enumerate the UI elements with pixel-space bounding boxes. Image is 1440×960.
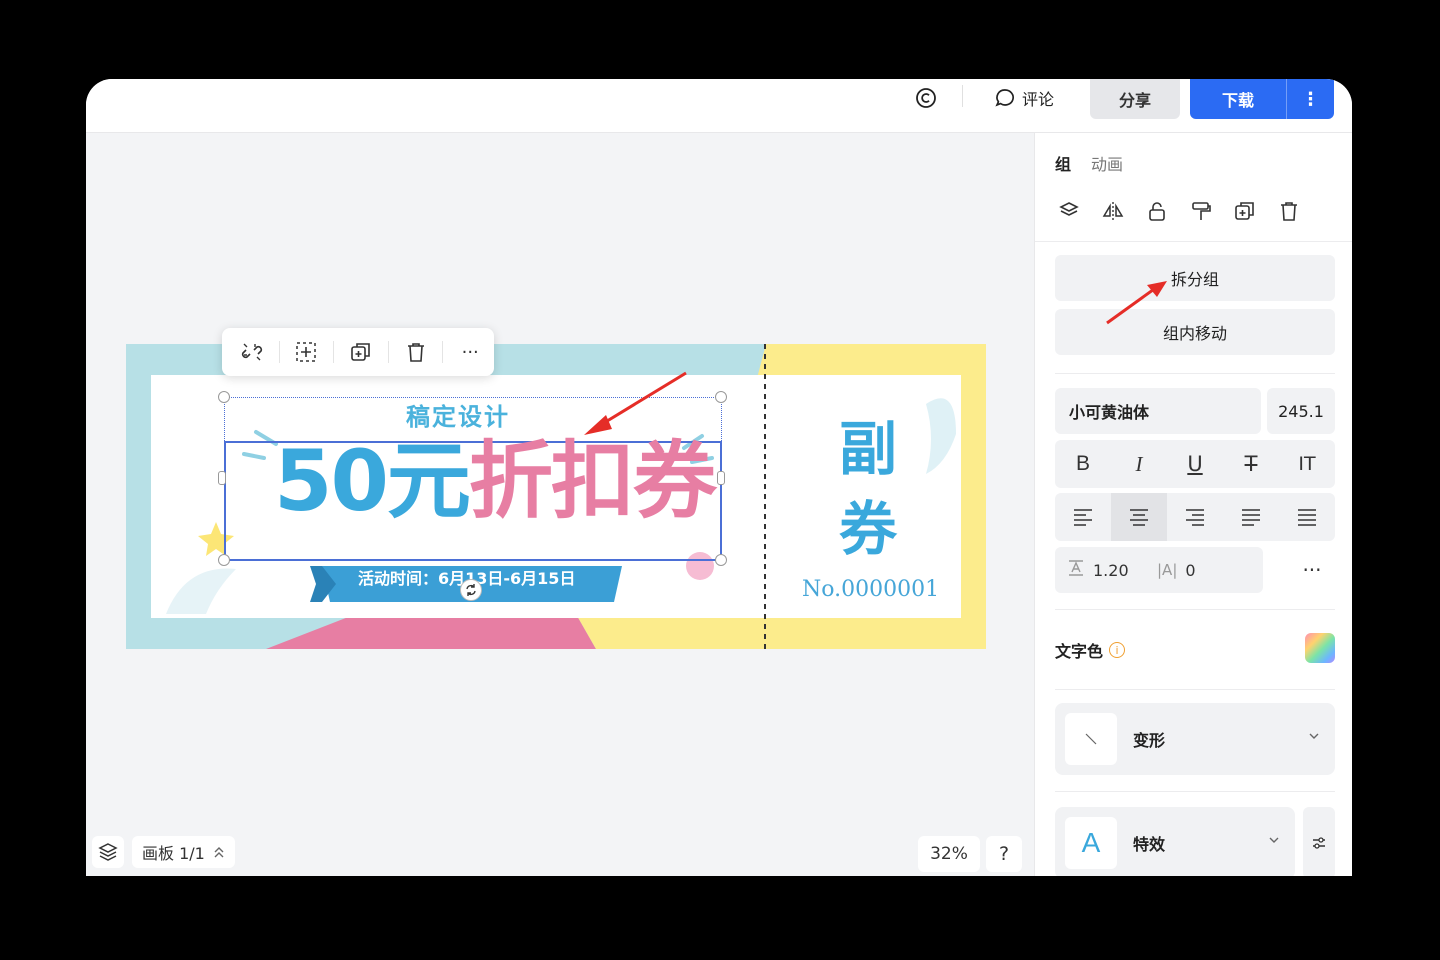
select-move-icon[interactable] <box>283 334 331 370</box>
floating-toolbar: ··· <box>222 328 494 376</box>
duplicate-icon[interactable] <box>337 334 385 370</box>
more-menu-button[interactable]: ⋮ <box>1287 89 1334 110</box>
copyright-icon[interactable] <box>913 85 939 111</box>
font-size-input[interactable]: 245.1 <box>1267 388 1335 434</box>
alignment-bar <box>1055 493 1335 541</box>
flip-icon[interactable] <box>1099 197 1127 225</box>
zoom-level[interactable]: 32% <box>918 836 980 872</box>
vertical-text-button[interactable]: IT <box>1279 440 1335 488</box>
resize-handle[interactable] <box>218 554 230 566</box>
divider <box>1055 609 1335 610</box>
group-actions <box>1055 197 1303 225</box>
properties-panel: 组 动画 拆分组 组内移动 小可黄油体 245.1 B I U T IT 1.2… <box>1034 133 1352 876</box>
divider <box>962 85 963 107</box>
align-left-icon[interactable] <box>1055 493 1111 541</box>
tab-animation[interactable]: 动画 <box>1091 151 1123 175</box>
artboard-label: 画板 1/1 <box>142 844 205 863</box>
spacing-controls: 1.20 |A| 0 <box>1055 547 1263 593</box>
format-painter-icon[interactable] <box>1187 197 1215 225</box>
text-color-text: 文字色 <box>1055 642 1104 661</box>
letter-spacing-value[interactable]: 0 <box>1185 561 1195 580</box>
rotate-handle-icon[interactable] <box>460 579 482 601</box>
chevron-up-icon <box>214 847 224 858</box>
top-bar: 评论 分享 下载 ⋮ <box>86 79 1352 133</box>
delete-icon[interactable] <box>1275 197 1303 225</box>
text-color-swatch[interactable] <box>1305 633 1335 663</box>
divider <box>1055 373 1335 374</box>
delete-icon[interactable] <box>392 334 440 370</box>
divider <box>1055 791 1335 792</box>
italic-button[interactable]: I <box>1111 440 1167 488</box>
serial-number-text[interactable]: No.0000001 <box>802 577 939 602</box>
text-color-label: 文字色 i <box>1055 638 1126 662</box>
app-window: 评论 分享 下载 ⋮ 稿定设计 50元折扣券 活动时间：6月13日-6月15日 … <box>86 79 1352 876</box>
justify-all-icon[interactable] <box>1279 493 1335 541</box>
comment-button[interactable]: 评论 <box>994 82 1054 114</box>
font-family-select[interactable]: 小可黄油体 <box>1055 388 1261 434</box>
resize-handle[interactable] <box>715 554 727 566</box>
share-button[interactable]: 分享 <box>1090 79 1180 119</box>
resize-handle[interactable] <box>218 391 230 403</box>
unlock-icon[interactable] <box>1143 197 1171 225</box>
comment-icon <box>995 89 1014 107</box>
divider <box>387 341 389 363</box>
more-text-options[interactable]: ··· <box>1289 547 1335 593</box>
align-right-icon[interactable] <box>1167 493 1223 541</box>
divider <box>1055 689 1335 690</box>
line-height-icon <box>1067 559 1085 581</box>
line-height-value[interactable]: 1.20 <box>1093 561 1149 580</box>
transform-card[interactable]: 变形 <box>1055 703 1335 775</box>
move-in-group-button[interactable]: 组内移动 <box>1055 309 1335 355</box>
letter-spacing-icon: |A| <box>1157 561 1178 579</box>
align-center-icon[interactable] <box>1111 493 1167 541</box>
headline-amount: 50元 <box>274 432 471 530</box>
info-icon[interactable]: i <box>1109 642 1126 658</box>
divider <box>333 341 335 363</box>
effects-label: 特效 <box>1133 835 1166 854</box>
download-button[interactable]: 下载 ⋮ <box>1190 79 1334 119</box>
adjust-sliders-icon[interactable] <box>1303 807 1335 876</box>
chevron-down-icon[interactable] <box>1307 729 1321 743</box>
ungroup-button[interactable]: 拆分组 <box>1055 255 1335 301</box>
divider <box>1035 241 1352 242</box>
resize-handle[interactable] <box>218 471 226 485</box>
divider <box>278 341 280 363</box>
unlink-icon[interactable] <box>228 334 276 370</box>
layer-order-icon[interactable] <box>1055 197 1083 225</box>
underline-button[interactable]: U <box>1167 440 1223 488</box>
help-button[interactable]: ? <box>986 836 1022 872</box>
effects-card[interactable]: A 特效 <box>1055 807 1295 876</box>
more-icon[interactable]: ··· <box>446 334 494 370</box>
duplicate-icon[interactable] <box>1231 197 1259 225</box>
text-style-bar: B I U T IT <box>1055 440 1335 488</box>
headline-text[interactable]: 50元折扣券 <box>274 431 717 531</box>
artboard-selector[interactable]: 画板 1/1 <box>132 836 235 868</box>
transform-label: 变形 <box>1133 731 1166 750</box>
effects-thumb-letter: A <box>1081 827 1101 858</box>
design-title-text[interactable]: 稿定设计 <box>406 397 510 432</box>
download-label[interactable]: 下载 <box>1190 87 1286 111</box>
strikethrough-button[interactable]: T <box>1223 440 1279 488</box>
resize-handle[interactable] <box>717 471 725 485</box>
justify-icon[interactable] <box>1223 493 1279 541</box>
layers-icon[interactable] <box>92 836 124 868</box>
tab-group[interactable]: 组 <box>1055 151 1071 175</box>
chevron-down-icon[interactable] <box>1267 833 1281 847</box>
resize-handle[interactable] <box>715 391 727 403</box>
stub-text[interactable]: 副券 <box>838 409 898 569</box>
comment-label: 评论 <box>1022 90 1055 109</box>
transform-thumbnail <box>1065 713 1117 765</box>
bold-button[interactable]: B <box>1055 440 1111 488</box>
effects-thumbnail: A <box>1065 817 1117 869</box>
divider <box>442 341 444 363</box>
headline-discount: 折扣券 <box>468 432 717 530</box>
